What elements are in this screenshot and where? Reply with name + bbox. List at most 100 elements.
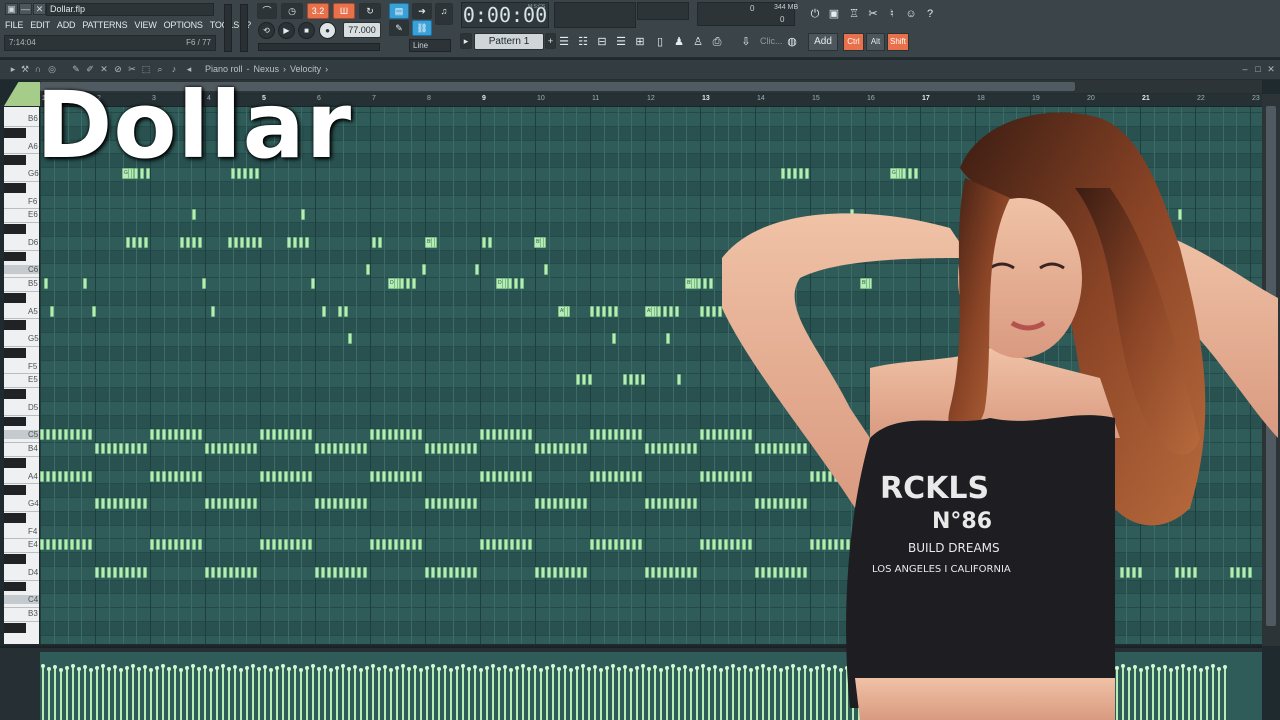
velocity-bar[interactable] [257, 667, 261, 720]
note[interactable] [602, 470, 606, 482]
touch-controller-icon[interactable]: ♟ [671, 34, 687, 50]
note[interactable] [333, 443, 337, 454]
velocity-bar[interactable] [95, 666, 99, 720]
menu-view[interactable]: VIEW [134, 19, 156, 31]
note[interactable] [602, 305, 606, 317]
note[interactable] [223, 566, 227, 578]
velocity-bar[interactable] [329, 668, 333, 720]
note[interactable] [235, 498, 239, 509]
note[interactable] [559, 566, 563, 578]
note[interactable] [467, 443, 471, 454]
note[interactable] [92, 305, 96, 317]
note[interactable] [144, 236, 148, 248]
velocity-bar[interactable] [461, 664, 465, 720]
velocity-bar[interactable] [557, 667, 561, 720]
note[interactable] [687, 443, 691, 454]
velocity-bar[interactable] [317, 667, 321, 720]
note[interactable] [351, 566, 355, 578]
note[interactable] [666, 333, 670, 344]
link-button[interactable]: ⛓ [412, 20, 432, 36]
note[interactable] [412, 278, 416, 289]
ruler-bar-number[interactable]: 16 [867, 95, 875, 102]
note[interactable] [253, 443, 257, 454]
note[interactable] [366, 264, 370, 276]
note[interactable] [663, 498, 667, 509]
velocity-bar[interactable] [203, 665, 207, 720]
velocity-bar[interactable] [293, 665, 297, 720]
velocity-bar[interactable] [491, 664, 495, 720]
note[interactable] [675, 498, 679, 509]
velocity-bar[interactable] [425, 666, 429, 720]
note[interactable] [339, 566, 343, 578]
note[interactable] [687, 566, 691, 578]
note[interactable] [363, 566, 367, 578]
ruler-bar-number[interactable]: 8 [427, 95, 431, 102]
note[interactable] [131, 443, 135, 454]
velocity-bar[interactable] [173, 665, 177, 720]
note[interactable] [101, 443, 105, 454]
velocity-bar[interactable] [233, 665, 237, 720]
note[interactable] [602, 429, 606, 441]
maximize-icon[interactable]: □ [1253, 64, 1263, 75]
note[interactable] [675, 566, 679, 578]
velocity-bar[interactable] [587, 667, 591, 720]
microphone-icon[interactable]: ♮ [884, 6, 900, 22]
note[interactable] [681, 443, 685, 454]
note[interactable] [223, 498, 227, 509]
note[interactable] [64, 429, 68, 441]
note[interactable] [553, 443, 557, 454]
note[interactable] [400, 429, 404, 441]
note[interactable] [302, 429, 306, 441]
velocity-bar[interactable] [149, 668, 153, 720]
note[interactable] [46, 470, 50, 482]
note[interactable] [137, 443, 141, 454]
note[interactable] [315, 443, 319, 454]
velocity-bar[interactable] [185, 666, 189, 720]
piano-black-key[interactable] [4, 389, 26, 399]
velocity-bar[interactable] [125, 666, 129, 720]
note[interactable] [473, 498, 477, 509]
velocity-bar[interactable] [299, 668, 303, 720]
note[interactable] [186, 470, 190, 482]
ruler-bar-number[interactable]: 12 [647, 95, 655, 102]
note[interactable] [46, 429, 50, 441]
note[interactable] [498, 470, 502, 482]
note[interactable] [284, 429, 288, 441]
note[interactable] [344, 305, 348, 317]
note[interactable] [480, 470, 484, 482]
piano-keyboard[interactable]: B6 A6 G6 F6 E6 D6 C6 B5 A5 G5 F5 E5 D5 C5 B4 A4 G4 F4 E4 D4… [4, 107, 40, 644]
note[interactable] [535, 443, 539, 454]
ruler-bar-number[interactable]: 18 [977, 95, 985, 102]
note[interactable] [608, 429, 612, 441]
velocity-bar[interactable] [341, 664, 345, 720]
note[interactable] [284, 539, 288, 551]
note[interactable] [608, 305, 612, 317]
ruler-bar-number[interactable]: 22 [1197, 95, 1205, 102]
velocity-bar[interactable] [473, 665, 477, 720]
close-icon[interactable]: ✕ [1266, 64, 1276, 75]
note[interactable] [571, 443, 575, 454]
note[interactable] [83, 278, 87, 289]
velocity-bar[interactable] [197, 667, 201, 720]
velocity-bar[interactable] [59, 668, 63, 720]
note[interactable] [205, 443, 209, 454]
note[interactable] [620, 539, 624, 551]
piano-black-key[interactable] [4, 155, 26, 165]
note[interactable] [278, 429, 282, 441]
velocity-bar[interactable] [77, 667, 81, 720]
note[interactable] [693, 566, 697, 578]
help-icon[interactable]: ? [922, 6, 938, 22]
piano-white-key[interactable] [4, 538, 39, 540]
menu-options[interactable]: OPTIONS [164, 19, 203, 31]
piano-black-key[interactable] [4, 347, 26, 358]
velocity-bar[interactable] [449, 668, 453, 720]
note[interactable] [126, 236, 130, 248]
piano-white-key[interactable] [4, 180, 39, 182]
note[interactable] [378, 236, 382, 248]
channel-rack-icon[interactable]: ⊟ [594, 34, 610, 50]
note[interactable] [198, 429, 202, 441]
note[interactable] [706, 305, 710, 317]
note[interactable] [278, 470, 282, 482]
velocity-bar[interactable] [239, 668, 243, 720]
note[interactable] [400, 278, 404, 289]
